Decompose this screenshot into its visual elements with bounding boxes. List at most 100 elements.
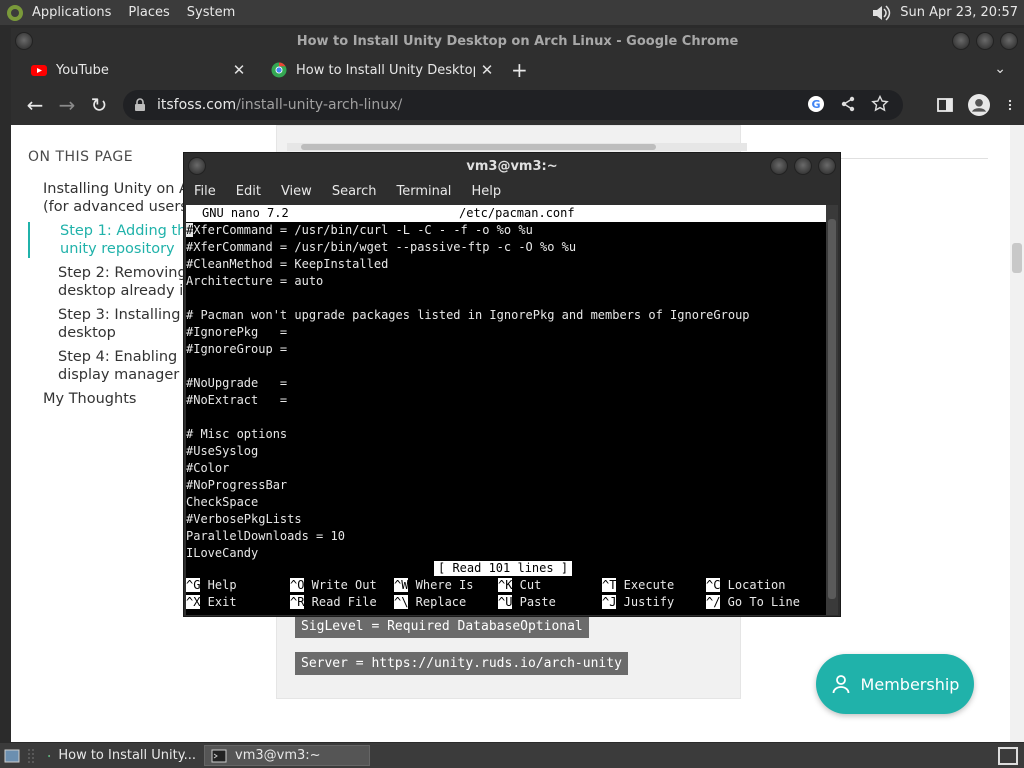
forward-button[interactable]: →: [51, 93, 83, 117]
back-button[interactable]: ←: [19, 93, 51, 117]
buffer-line: [186, 358, 826, 375]
volume-icon[interactable]: [870, 3, 892, 23]
terminal-title: vm3@vm3:~: [466, 158, 558, 174]
page-scrollbar-thumb[interactable]: [1012, 243, 1022, 273]
google-lens-icon[interactable]: G: [807, 95, 825, 113]
terminal-icon: [211, 749, 227, 762]
terminal-window: vm3@vm3:~ File Edit View Search Terminal…: [183, 152, 841, 617]
toc-item-my-thoughts[interactable]: My Thoughts: [28, 390, 208, 408]
chrome-window-title: How to Install Unity Desktop on Arch Lin…: [296, 34, 739, 49]
membership-button[interactable]: Membership: [816, 654, 974, 714]
buffer-line: ParallelDownloads = 10: [186, 529, 345, 543]
nano-shortcut: ^T Execute: [602, 577, 706, 594]
toc-item-step-1[interactable]: Step 1: Adding the unity repository: [28, 222, 208, 258]
terminal-titlebar[interactable]: vm3@vm3:~: [184, 153, 840, 179]
menu-view[interactable]: View: [281, 184, 312, 199]
system-menu[interactable]: System: [187, 5, 235, 20]
code-line: Server = https://unity.ruds.io/arch-unit…: [295, 652, 628, 675]
nano-shortcut: ^C Location: [706, 577, 810, 594]
menu-edit[interactable]: Edit: [236, 184, 261, 199]
buffer-line: #Color: [186, 461, 230, 475]
maximize-button[interactable]: [976, 32, 994, 50]
terminal-menubar: File Edit View Search Terminal Help: [184, 179, 840, 203]
bookmark-star-icon[interactable]: [871, 95, 889, 113]
minimize-button[interactable]: [952, 32, 970, 50]
shortcut-key: ^T: [602, 578, 617, 592]
nano-buffer[interactable]: #XferCommand = /usr/bin/curl -L -C - -f …: [186, 222, 826, 562]
shortcut-key: ^W: [394, 578, 409, 592]
sidebar-divider: [833, 158, 988, 159]
shortcut-key: ^G: [186, 578, 201, 592]
buffer-line: #XferCommand = /usr/bin/curl -L -C - -f …: [186, 222, 826, 239]
terminal-scrollbar[interactable]: [826, 205, 838, 615]
clock[interactable]: Sun Apr 23, 20:57: [900, 5, 1018, 20]
buffer-line: CheckSpace: [186, 495, 259, 509]
menu-kebab-icon[interactable]: [1004, 96, 1016, 114]
share-icon[interactable]: [839, 95, 857, 113]
buffer-line: Architecture = auto: [186, 274, 324, 288]
code-horizontal-scrollbar[interactable]: [287, 143, 747, 151]
lock-icon[interactable]: [133, 98, 147, 112]
minimize-button[interactable]: [770, 157, 788, 175]
page-scrollbar[interactable]: [1010, 125, 1024, 742]
applications-menu[interactable]: Applications: [32, 5, 111, 20]
menu-search[interactable]: Search: [332, 184, 377, 199]
window-menu-button[interactable]: [188, 157, 206, 175]
tab-close-icon[interactable]: ✕: [227, 61, 251, 79]
chrome-titlebar[interactable]: How to Install Unity Desktop on Arch Lin…: [11, 28, 1024, 55]
reload-button[interactable]: ↻: [83, 93, 115, 117]
shortcut-label: Replace: [408, 595, 467, 609]
shortcut-row: ^G Help ^O Write Out ^W Where Is ^K Cut ^T E…: [186, 577, 826, 594]
mate-logo-icon[interactable]: [6, 4, 24, 22]
side-panel-icon[interactable]: [936, 96, 954, 114]
toc-heading: ON THIS PAGE: [28, 149, 134, 165]
menu-help[interactable]: Help: [471, 184, 501, 199]
shortcut-key: ^C: [706, 578, 721, 592]
tab-close-icon[interactable]: ✕: [475, 61, 499, 79]
address-bar[interactable]: itsfoss.com/install-unity-arch-linux/ G: [123, 90, 903, 120]
toc-item-installing-unity[interactable]: Installing Unity on A (for advanced user…: [28, 180, 208, 216]
terminal-scrollbar-thumb[interactable]: [828, 219, 836, 599]
menu-file[interactable]: File: [194, 184, 216, 199]
window-menu-button[interactable]: [15, 32, 33, 50]
chrome-icon: [48, 754, 51, 757]
close-button[interactable]: [818, 157, 836, 175]
buffer-line: #CleanMethod = KeepInstalled: [186, 257, 389, 271]
maximize-button[interactable]: [794, 157, 812, 175]
buffer-line: # Pacman won't upgrade packages listed i…: [186, 308, 750, 322]
profile-avatar-icon[interactable]: [968, 94, 990, 116]
top-panel: Applications Places System Sun Apr 23, 2…: [0, 0, 1024, 25]
shortcut-key: ^K: [498, 578, 513, 592]
toc-item-step-2[interactable]: Step 2: Removing desktop already in: [28, 264, 208, 300]
taskbar-item-label: vm3@vm3:~: [235, 748, 321, 763]
nano-shortcut: ^R Read File: [290, 594, 394, 611]
workspace-switcher[interactable]: [998, 746, 1018, 765]
nano-shortcut: ^/ Go To Line: [706, 594, 810, 611]
taskbar-item-terminal[interactable]: vm3@vm3:~: [204, 745, 370, 766]
tab-unity-article[interactable]: How to Install Unity Desktop o ✕: [251, 56, 499, 84]
places-menu[interactable]: Places: [128, 5, 169, 20]
taskbar-grip-icon: [28, 748, 34, 763]
nano-shortcut: ^\ Replace: [394, 594, 498, 611]
buffer-line: #IgnoreGroup =: [186, 342, 288, 356]
shortcut-key: ^R: [290, 595, 305, 609]
menu-terminal[interactable]: Terminal: [396, 184, 451, 199]
buffer-line: #VerbosePkgLists: [186, 512, 302, 526]
toc-item-step-3[interactable]: Step 3: Installing U desktop: [28, 306, 208, 342]
new-tab-button[interactable]: +: [511, 58, 528, 82]
toc-item-step-4[interactable]: Step 4: Enabling L display manager: [28, 348, 208, 384]
terminal-screen[interactable]: GNU nano 7.2 /etc/pacman.conf #XferComma…: [186, 205, 826, 615]
shortcut-label: Read File: [304, 595, 377, 609]
taskbar-item-chrome[interactable]: How to Install Unity...: [42, 745, 202, 766]
tab-search-chevron-icon[interactable]: ⌄: [994, 61, 1006, 77]
close-button[interactable]: [1000, 32, 1018, 50]
shortcut-label: Justify: [616, 595, 675, 609]
buffer-line: #NoUpgrade =: [186, 376, 288, 390]
show-desktop-icon[interactable]: [4, 749, 20, 763]
tab-youtube[interactable]: YouTube ✕: [11, 56, 251, 84]
nano-status: [ Read 101 lines ]: [434, 561, 573, 576]
url-host: itsfoss.com: [157, 97, 237, 113]
buffer-line: # Misc options: [186, 427, 288, 441]
bottom-taskbar: How to Install Unity... vm3@vm3:~: [0, 743, 1024, 768]
shortcut-label: Help: [200, 578, 237, 592]
